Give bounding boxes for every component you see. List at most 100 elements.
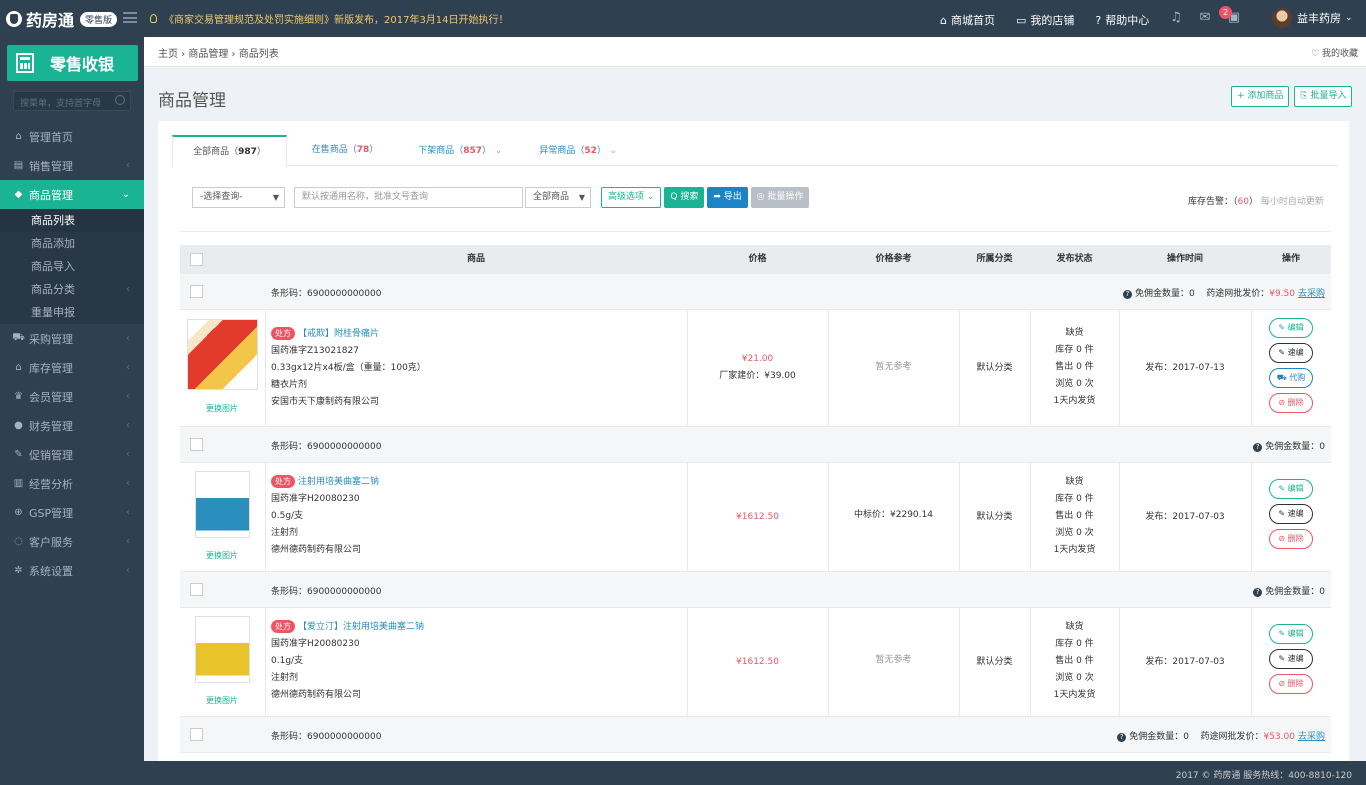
notice-banner[interactable]: 《商家交易管理规范及处罚实施细则》新版发布，2017年3月14日开始执行！ [150,11,509,26]
sidebar-item-finance[interactable]: ● 财务管理 ‹ [0,411,144,440]
suggested-price: 厂家建价：¥39.00 [719,371,796,381]
add-product-button[interactable]: + 添加商品 [1231,86,1290,107]
app-logo[interactable]: 药房通 零售版 [6,8,118,30]
user-menu[interactable]: 益丰药房 ⌄ [1272,8,1353,28]
select-all-checkbox[interactable] [190,253,203,266]
table-row: 更换图片 处方 【戒欺】附桂骨痛片 国药准字Z13021827 0.33gx12片… [180,310,1331,427]
view-count: 浏览 0 次 [1055,528,1094,538]
product-name-link[interactable]: 注射用培美曲塞二钠 [298,477,379,487]
home-icon: ⌂ [15,131,22,142]
edit-button[interactable]: ✎ 编辑 [1269,479,1313,499]
topnav-help[interactable]: ? 帮助中心 [1095,12,1149,28]
my-favorites-link[interactable]: ♡ 我的收藏 [1311,46,1358,59]
product-table: 商品 价格 价格参考 所属分类 发布状态 操作时间 操作 条形码：6900000… [180,245,1331,753]
sidebar-item-sales[interactable]: ▤ 销售管理 ‹ [0,151,144,180]
sidebar-item-analytics[interactable]: ▥ 经营分析 ‹ [0,469,144,498]
top-icons: ♫ ✉ ▣ 2 [1168,6,1255,26]
tab-abnormal[interactable]: 异常商品（52） ⌄ [522,135,634,166]
sidebar-item-gsp[interactable]: ⊕ GSP管理 ‹ [0,498,144,527]
submenu-item-product-list[interactable]: 商品列表 [0,209,144,232]
divider [265,608,266,717]
question-icon[interactable]: ? [1123,290,1133,299]
delete-button[interactable]: ⊘ 删除 [1269,674,1313,694]
notice-text[interactable]: 《商家交易管理规范及处罚实施细则》新版发布，2017年3月14日开始执行！ [164,11,509,26]
batch-operation-button[interactable]: ◎ 批量操作 [750,187,810,208]
sidebar-item-purchase[interactable]: ⛟ 采购管理 ‹ [0,324,144,353]
price-ref-cell: 暂无参考 [875,655,912,665]
batch-import-button[interactable]: ⎘ 批量导入 [1294,86,1353,107]
sidebar-item-products[interactable]: ◆ 商品管理 ⌄ [0,180,144,209]
warehouse-icon: ⌂ [15,362,22,373]
export-button[interactable]: ➦ 导出 [707,187,748,208]
sidebar-item-inventory[interactable]: ⌂ 库存管理 ‹ [0,353,144,382]
delete-button[interactable]: ⊘ 删除 [1269,529,1313,549]
topnav-mall-home[interactable]: ⌂ 商城首页 [940,12,995,28]
query-type-select[interactable]: -选择查询- ▼ [192,187,285,208]
quick-edit-button[interactable]: ✎ 速编 [1269,343,1313,363]
breadcrumb[interactable]: 主页 › 商品管理 › 商品列表 [158,45,279,60]
wholesale-label: 药途网批发价： [1200,732,1264,742]
scope-select[interactable]: 全部商品 ▼ [525,187,591,208]
proxy-buy-button[interactable]: ⛟ 代购 [1269,368,1313,388]
topnav-my-store[interactable]: ▭ 我的店铺 [1016,12,1074,28]
submenu-item-product-import[interactable]: 商品导入 [0,255,144,278]
submenu-item-product-add[interactable]: 商品添加 [0,232,144,255]
sidebar-item-dashboard[interactable]: ⌂ 管理首页 [0,122,144,151]
question-icon[interactable]: ? [1253,443,1263,452]
stock-warning[interactable]: 库存告警：（60） 每小时自动更新 [1188,194,1324,207]
quick-edit-button[interactable]: ✎ 速编 [1269,504,1313,524]
submenu-item-product-category[interactable]: 商品分类 ‹ [0,278,144,301]
menu-search-input[interactable]: 搜菜单，支持首字母 [13,91,131,111]
sidebar-item-label: 销售管理 [29,159,73,173]
row-checkbox[interactable] [190,285,203,298]
advanced-options-button[interactable]: 高级选项 ⌄ [601,187,662,208]
tab-count: 78 [356,145,370,155]
message-icon[interactable]: ▣ 2 [1219,6,1242,26]
tab-off-shelf[interactable]: 下架商品（857） ⌄ [404,135,516,166]
quick-edit-button[interactable]: ✎ 速编 [1269,649,1313,669]
change-image-link[interactable]: 更换图片 [192,550,252,561]
product-image[interactable] [195,471,250,538]
row-checkbox[interactable] [190,728,203,741]
search-icon[interactable] [115,95,125,105]
question-icon[interactable]: ? [1117,733,1127,742]
pos-cashier-button[interactable]: 零售收银 [7,45,138,81]
tab-label: 下架商品（ [418,146,464,156]
sidebar-item-label: GSP管理 [29,506,74,520]
sidebar-item-promotion[interactable]: ✎ 促销管理 ‹ [0,440,144,469]
row-checkbox[interactable] [190,583,203,596]
tab-all-products[interactable]: 全部商品（987） [172,135,287,167]
change-image-link[interactable]: 更换图片 [192,403,252,414]
bell-icon[interactable]: ♫ [1168,10,1184,26]
tab-on-sale[interactable]: 在售商品（78） [290,135,400,166]
go-purchase-link[interactable]: 去采购 [1298,289,1325,299]
product-info: 处方 【戒欺】附桂骨痛片 国药准字Z13021827 0.33gx12片x4板/盒… [271,326,426,411]
change-image-link[interactable]: 更换图片 [192,695,252,706]
row-checkbox[interactable] [190,438,203,451]
delete-button[interactable]: ⊘ 删除 [1269,393,1313,413]
cloud-logo-icon [6,11,22,27]
chevron-down-icon: ⌄ [609,146,617,155]
price-ref-cell: 中标价：¥2290.14 [854,510,933,520]
wholesale-price: ¥9.50 [1269,289,1295,299]
edit-button[interactable]: ✎ 编辑 [1269,624,1313,644]
mail-icon[interactable]: ✉ [1197,10,1213,26]
chart-icon: ▥ [13,478,24,489]
product-image[interactable] [187,319,258,390]
menu-toggle-icon[interactable] [123,12,137,23]
sidebar-item-customer-service[interactable]: ◌ 客户服务 ‹ [0,527,144,556]
divider [1251,463,1252,572]
product-name-link[interactable]: 【戒欺】附桂骨痛片 [298,329,379,339]
sidebar-item-label: 会员管理 [29,390,73,404]
submenu-item-weight-declare[interactable]: 重量申报 [0,301,144,324]
product-image[interactable] [195,616,250,683]
go-purchase-link[interactable]: 去采购 [1298,732,1325,742]
sidebar-item-members[interactable]: ♛ 会员管理 ‹ [0,382,144,411]
product-search-input[interactable]: 默认按通用名称，批准文号查询 [294,187,523,208]
sidebar-item-settings[interactable]: ✲ 系统设置 ‹ [0,556,144,585]
edit-button[interactable]: ✎ 编辑 [1269,318,1313,338]
search-button[interactable]: Q 搜索 [664,187,705,208]
topnav-label: 我的店铺 [1030,14,1075,27]
question-icon[interactable]: ? [1253,588,1263,597]
product-name-link[interactable]: 【爱立汀】注射用培美曲塞二钠 [298,622,424,632]
